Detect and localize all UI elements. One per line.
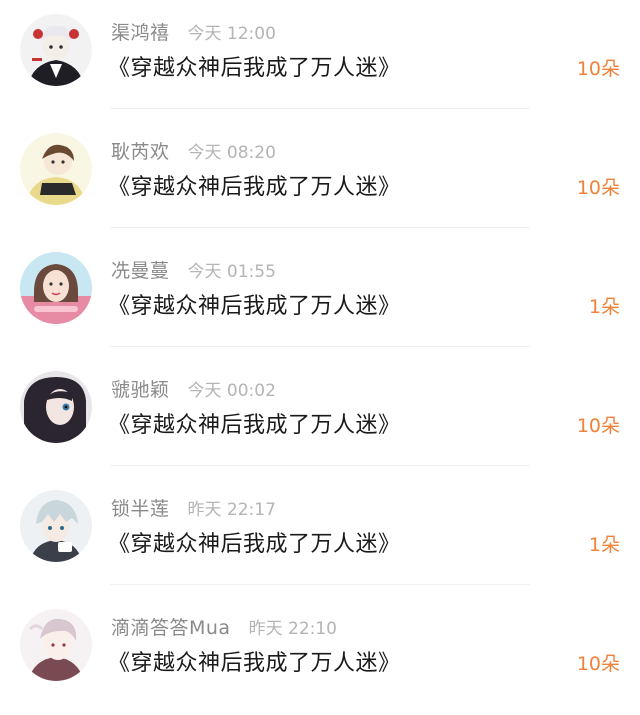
gift-record-list: 渠鸿禧 今天 12:00 《穿越众神后我成了万人迷》 10朵 耿芮欢 今天 08… [0,0,640,708]
username[interactable]: 耿芮欢 [111,137,170,164]
timestamp: 今天 01:55 [187,262,276,282]
row-divider [110,108,530,109]
timestamp: 今天 12:00 [187,24,276,44]
avatar[interactable] [20,133,92,205]
flower-count: 1朵 [588,296,620,318]
record-meta: 虢驰颖 今天 00:02 [111,375,276,401]
list-item[interactable]: 冼曼蔓 今天 01:55 《穿越众神后我成了万人迷》 1朵 [0,238,640,358]
username[interactable]: 滴滴答答Mua [111,613,231,640]
timestamp: 今天 08:20 [187,143,276,163]
dark-suit-anime-avatar-icon [20,14,92,86]
record-meta: 冼曼蔓 今天 01:55 [111,256,276,282]
list-item[interactable]: 锁半莲 昨天 22:17 《穿越众神后我成了万人迷》 1朵 [0,476,640,596]
username[interactable]: 冼曼蔓 [111,256,170,283]
avatar[interactable] [20,609,92,681]
list-item[interactable]: 耿芮欢 今天 08:20 《穿越众神后我成了万人迷》 10朵 [0,119,640,239]
book-title[interactable]: 《穿越众神后我成了万人迷》 [108,50,401,82]
silver-hair-anime-avatar-icon [20,490,92,562]
book-title[interactable]: 《穿越众神后我成了万人迷》 [108,169,401,201]
list-item[interactable]: 滴滴答答Mua 昨天 22:10 《穿越众神后我成了万人迷》 10朵 [0,595,640,715]
book-title[interactable]: 《穿越众神后我成了万人迷》 [108,288,401,320]
flower-count: 10朵 [576,415,620,437]
timestamp: 昨天 22:17 [187,500,276,520]
flower-count: 10朵 [576,653,620,675]
flower-count: 1朵 [588,534,620,556]
yellow-hoodie-avatar-icon [20,133,92,205]
username[interactable]: 虢驰颖 [111,375,170,402]
row-divider [110,465,530,466]
record-meta: 耿芮欢 今天 08:20 [111,137,276,163]
row-divider [110,584,530,585]
avatar[interactable] [20,371,92,443]
book-title[interactable]: 《穿越众神后我成了万人迷》 [108,407,401,439]
record-meta: 锁半莲 昨天 22:17 [111,494,276,520]
avatar[interactable] [20,490,92,562]
record-meta: 滴滴答答Mua 昨天 22:10 [111,613,337,639]
book-title[interactable]: 《穿越众神后我成了万人迷》 [108,645,401,677]
record-meta: 渠鸿禧 今天 12:00 [111,18,276,44]
username[interactable]: 锁半莲 [111,494,170,521]
username[interactable]: 渠鸿禧 [111,18,170,45]
girl-portrait-avatar-icon [20,252,92,324]
timestamp: 昨天 22:10 [248,619,337,639]
flower-count: 10朵 [576,58,620,80]
dark-hair-anime-avatar-icon [20,371,92,443]
avatar[interactable] [20,14,92,86]
row-divider [110,227,530,228]
avatar[interactable] [20,252,92,324]
row-divider [110,346,530,347]
timestamp: 今天 00:02 [187,381,276,401]
book-title[interactable]: 《穿越众神后我成了万人迷》 [108,526,401,558]
pale-anime-avatar-icon [20,609,92,681]
flower-count: 10朵 [576,177,620,199]
list-item[interactable]: 渠鸿禧 今天 12:00 《穿越众神后我成了万人迷》 10朵 [0,0,640,120]
list-item[interactable]: 虢驰颖 今天 00:02 《穿越众神后我成了万人迷》 10朵 [0,357,640,477]
